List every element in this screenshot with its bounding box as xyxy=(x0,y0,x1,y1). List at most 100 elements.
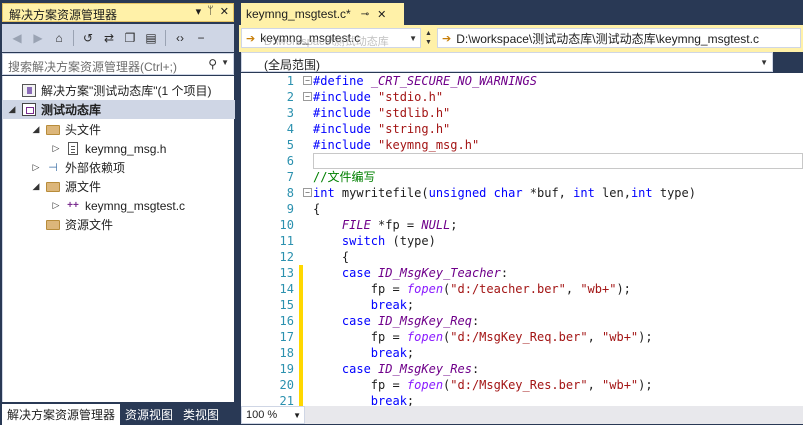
tree-item-source-files[interactable]: ◢ 源文件 xyxy=(3,177,235,196)
tab-class-view[interactable]: 类视图 xyxy=(178,404,224,425)
document-tab-strip: keymng_msgtest.c* ⊸ ✕ xyxy=(239,0,803,25)
code-line[interactable]: 13 case ID_MsgKey_Teacher: xyxy=(241,265,801,281)
code-line[interactable]: 20 fp = fopen("d:/MsgKey_Res.ber", "wb+"… xyxy=(241,377,801,393)
pin-icon[interactable]: ⊸ xyxy=(361,9,369,20)
horizontal-scrollbar[interactable] xyxy=(305,406,803,424)
collapse-all-icon[interactable]: ❐ xyxy=(121,29,139,47)
tree-item-keymng-msgtest-c[interactable]: ▷ ++ keymng_msgtest.c xyxy=(3,196,235,215)
sync-icon[interactable]: ⇄ xyxy=(100,29,118,47)
pin-icon[interactable]: ᛘ xyxy=(207,5,214,18)
chevron-down-icon[interactable]: ▼ xyxy=(760,58,768,67)
tree-item-resource-files[interactable]: 资源文件 xyxy=(3,215,235,234)
solution-explorer-panel: 解决方案资源管理器 ▾ ᛘ ✕ ◀ ▶ ⌂ ↺ ⇄ ❐ ▤ ‹› − 搜索解决方… xyxy=(0,0,236,425)
spinner-down-icon[interactable]: ▼ xyxy=(425,38,432,47)
spinner-up-icon[interactable]: ▲ xyxy=(425,29,432,38)
code-line[interactable]: 17 fp = fopen("d:/MsgKey_Req.ber", "wb+"… xyxy=(241,329,801,345)
chevron-down-icon[interactable]: ▼ xyxy=(409,34,417,43)
close-icon[interactable]: ✕ xyxy=(220,5,229,18)
line-number: 13 xyxy=(279,266,294,280)
document-tab[interactable]: keymng_msgtest.c* ⊸ ✕ xyxy=(241,3,404,25)
code-line[interactable]: 3 #include "stdlib.h" xyxy=(241,105,801,121)
code-line[interactable]: 7 //文件编写 xyxy=(241,169,801,185)
expand-arrow-icon[interactable]: ◢ xyxy=(31,124,41,135)
tree-item-label: 头文件 xyxy=(65,123,102,137)
line-number: 3 xyxy=(286,106,294,120)
expand-arrow-icon[interactable]: ▷ xyxy=(51,143,61,154)
tree-item-label: keymng_msg.h xyxy=(85,141,167,156)
expand-arrow-icon[interactable]: ◢ xyxy=(31,181,41,192)
file-dropdown[interactable]: ➔ keymng_msgtest.c D:\workspace\测试动态库 ▼ xyxy=(241,28,421,48)
more-icon[interactable]: − xyxy=(192,29,210,47)
scope-dropdown[interactable]: (全局范围) ▼ xyxy=(241,52,773,72)
tree-item-external-deps[interactable]: ▷ ⊣ 外部依赖项 xyxy=(3,158,235,177)
navigation-spinner[interactable]: ▲ ▼ xyxy=(423,28,434,48)
tree-item-project[interactable]: ◢ 测试动态库 xyxy=(3,100,235,119)
change-marker xyxy=(299,169,303,185)
chevron-down-icon[interactable]: ▼ xyxy=(221,58,229,67)
fold-toggle-icon[interactable]: − xyxy=(303,76,312,85)
code-text: case ID_MsgKey_Teacher: xyxy=(341,266,509,280)
code-view-icon[interactable]: ‹› xyxy=(171,29,189,47)
line-number: 18 xyxy=(279,346,294,360)
code-line[interactable]: 19 case ID_MsgKey_Res: xyxy=(241,361,801,377)
zoom-dropdown[interactable]: 100 % ▼ xyxy=(241,406,305,424)
code-text: { xyxy=(313,202,321,216)
code-line[interactable]: 16 case ID_MsgKey_Req: xyxy=(241,313,801,329)
path-dropdown[interactable]: ➔ D:\workspace\测试动态库\测试动态库\keymng_msgtes… xyxy=(437,28,801,48)
code-line[interactable]: 14 fp = fopen("d:/teacher.ber", "wb+"); xyxy=(241,281,801,297)
code-text: { xyxy=(313,250,350,264)
expand-arrow-icon[interactable]: ◢ xyxy=(7,104,17,115)
solution-explorer-toolbar: ◀ ▶ ⌂ ↺ ⇄ ❐ ▤ ‹› − xyxy=(2,24,234,52)
chevron-down-icon[interactable]: ▼ xyxy=(293,411,301,420)
document-tab-label: keymng_msgtest.c* xyxy=(246,7,351,21)
expand-arrow-icon[interactable]: ▷ xyxy=(51,200,61,211)
tree-item-label: 外部依赖项 xyxy=(65,161,126,175)
line-number: 5 xyxy=(286,138,294,152)
code-line[interactable]: 11 switch (type) xyxy=(241,233,801,249)
code-line[interactable]: 1− #define _CRT_SECURE_NO_WARNINGS xyxy=(241,73,801,89)
tree-item-solution[interactable]: 解决方案"测试动态库"(1 个项目) xyxy=(3,81,235,100)
code-text: fp = fopen("d:/MsgKey_Req.ber", "wb+"); xyxy=(313,330,653,344)
code-line[interactable]: 9{ xyxy=(241,201,801,217)
tree-item-label: keymng_msgtest.c xyxy=(85,198,186,213)
line-number: 1 xyxy=(286,74,294,88)
code-text: FILE *fp = NULL; xyxy=(341,218,458,232)
fold-toggle-icon[interactable]: − xyxy=(303,92,312,101)
code-line[interactable]: 2− #include "stdio.h" xyxy=(241,89,801,105)
history-icon[interactable]: ↺ xyxy=(79,29,97,47)
tab-solution-explorer[interactable]: 解决方案资源管理器 xyxy=(2,404,121,425)
back-icon[interactable]: ◀ xyxy=(8,29,26,47)
code-line[interactable]: 12 { xyxy=(241,249,801,265)
file-dropdown-ghost-text: D:\workspace\测试动态库 xyxy=(264,36,389,48)
code-line[interactable]: 18 break; xyxy=(241,345,801,361)
expand-arrow-icon[interactable]: ▷ xyxy=(31,162,41,173)
ide-window: 解决方案资源管理器 ▾ ᛘ ✕ ◀ ▶ ⌂ ↺ ⇄ ❐ ▤ ‹› − 搜索解决方… xyxy=(0,0,803,425)
forward-icon[interactable]: ▶ xyxy=(29,29,47,47)
show-all-files-icon[interactable]: ▤ xyxy=(142,29,160,47)
code-area[interactable]: 1− #define _CRT_SECURE_NO_WARNINGS 2− #incl… xyxy=(241,73,803,406)
code-line[interactable]: 5 #include "keymng_msg.h" xyxy=(241,137,801,153)
scope-dropdown-value: (全局范围) xyxy=(264,58,320,72)
home-icon[interactable]: ⌂ xyxy=(50,29,68,47)
line-number: 21 xyxy=(279,394,294,406)
code-line[interactable]: 8− int mywritefile(unsigned char *buf, in… xyxy=(241,185,801,201)
arrow-right-icon: ➔ xyxy=(246,32,256,45)
search-icon[interactable]: ⚲ xyxy=(208,57,217,71)
tab-resource-view[interactable]: 资源视图 xyxy=(120,404,178,425)
line-number: 10 xyxy=(279,218,294,232)
close-icon[interactable]: ✕ xyxy=(377,8,386,21)
code-line[interactable]: 15 break; xyxy=(241,297,801,313)
change-marker xyxy=(299,329,303,345)
code-line[interactable]: 21 break; xyxy=(241,393,801,406)
code-text: break; xyxy=(370,394,415,406)
dropdown-icon[interactable]: ▾ xyxy=(196,5,202,18)
tree-item-header-files[interactable]: ◢ 头文件 xyxy=(3,120,235,139)
code-line[interactable]: 10 FILE *fp = NULL; xyxy=(241,217,801,233)
line-number: 6 xyxy=(286,154,294,168)
solution-explorer-search[interactable]: 搜索解决方案资源管理器(Ctrl+;) ⚲ ▼ xyxy=(2,53,234,75)
code-line[interactable]: 4 #include "string.h" xyxy=(241,121,801,137)
change-marker xyxy=(299,377,303,393)
tree-item-keymng-msg-h[interactable]: ▷ keymng_msg.h xyxy=(3,139,235,158)
code-line[interactable]: 6 xyxy=(241,153,801,169)
fold-toggle-icon[interactable]: − xyxy=(303,188,312,197)
